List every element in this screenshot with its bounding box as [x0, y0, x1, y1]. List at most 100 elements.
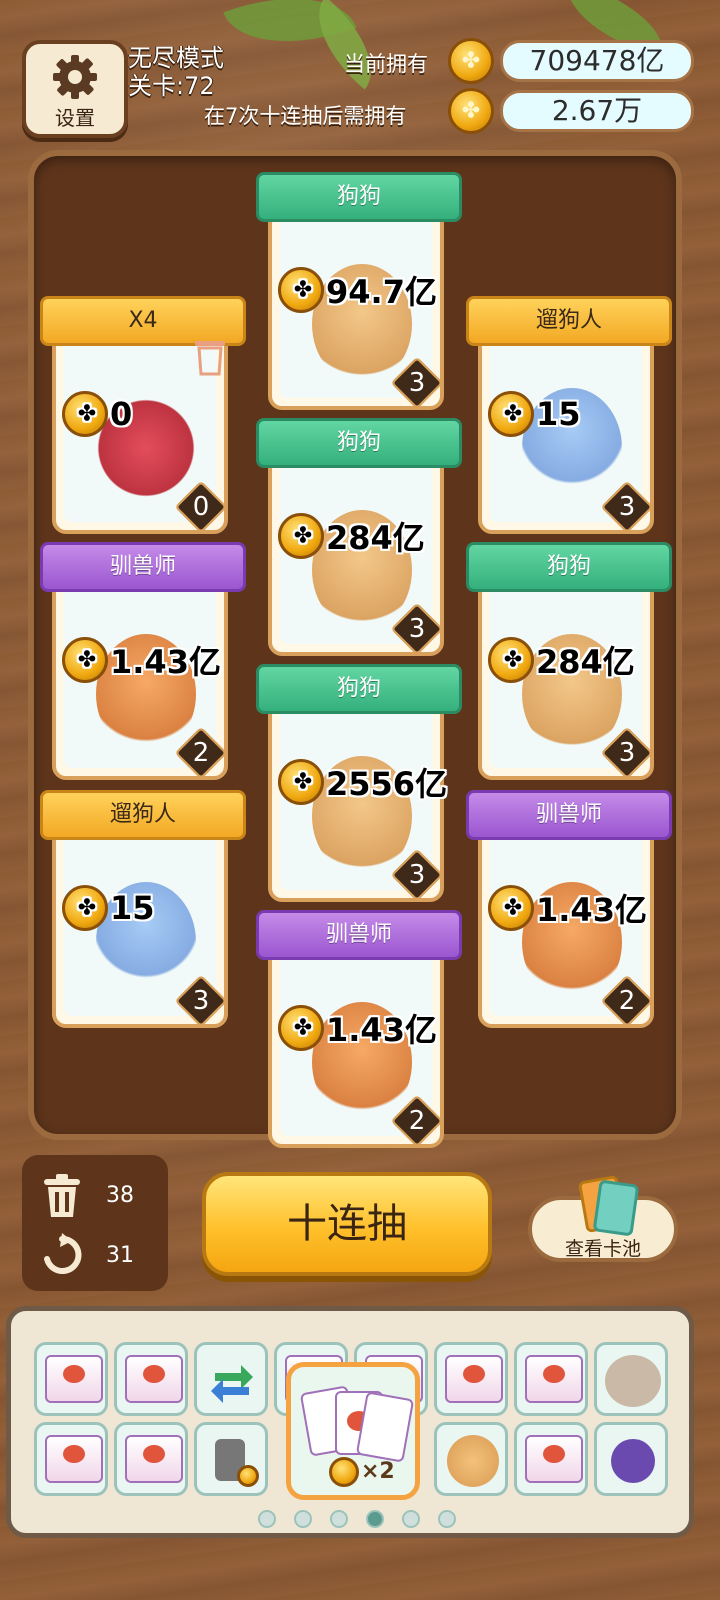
card[interactable]: 驯兽师 ✤ 1.43亿 2: [466, 784, 672, 1034]
trash-count: 38: [106, 1183, 134, 1208]
card-pack-icon: [525, 1355, 583, 1403]
coin-icon: ✤: [62, 391, 108, 437]
card-value: ✤ 284亿: [488, 636, 635, 684]
level-label: 关卡:72: [128, 72, 215, 100]
card-value: ✤ 1.43亿: [62, 636, 221, 684]
card[interactable]: X4 ✤ 0 0: [40, 290, 246, 540]
card-level: 3: [408, 860, 426, 890]
card-value-text: 284亿: [326, 519, 425, 557]
card-level-badge: 3: [600, 726, 654, 780]
card-level-badge: 3: [390, 602, 444, 656]
card-level: 3: [192, 986, 210, 1016]
selected-item-slot[interactable]: ×2: [286, 1362, 420, 1500]
inventory-slot[interactable]: [434, 1422, 508, 1496]
inventory-slot[interactable]: [34, 1422, 108, 1496]
coin-icon: [329, 1457, 359, 1487]
card-level: 3: [618, 738, 636, 768]
card-value: ✤ 1.43亿: [278, 1004, 437, 1052]
page-dot[interactable]: [294, 1510, 312, 1528]
card[interactable]: 遛狗人 ✤ 15 3: [40, 784, 246, 1034]
card-level: 3: [618, 492, 636, 522]
card-value: ✤ 284亿: [278, 512, 425, 560]
inventory-slot[interactable]: [114, 1422, 188, 1496]
card-level: 2: [192, 738, 210, 768]
card-level: 2: [618, 986, 636, 1016]
card-value-text: 0: [110, 395, 133, 433]
card-level: 0: [192, 492, 210, 522]
card-title: 狗狗: [256, 664, 462, 714]
gear-icon: [53, 55, 97, 99]
card-value-text: 15: [536, 395, 581, 433]
card-pack-icon: [125, 1435, 183, 1483]
card-level-badge: 3: [174, 974, 228, 1028]
inventory-slot[interactable]: [194, 1342, 268, 1416]
card-level-badge: 3: [390, 848, 444, 902]
coin-icon: ✤: [488, 637, 534, 683]
card-level-badge: 0: [174, 480, 228, 534]
card-level-badge: 2: [174, 726, 228, 780]
card-title: 遛狗人: [40, 790, 246, 840]
card-title: 狗狗: [256, 172, 462, 222]
card-level-badge: 2: [600, 974, 654, 1028]
page-dot[interactable]: [438, 1510, 456, 1528]
inventory-slot[interactable]: [514, 1422, 588, 1496]
inventory-slot[interactable]: [194, 1422, 268, 1496]
card[interactable]: 狗狗 ✤ 284亿 3: [256, 412, 462, 662]
card[interactable]: 狗狗 ✤ 2556亿 3: [256, 658, 462, 908]
coin-icon: ✤: [278, 513, 324, 559]
stats-panel: 38 31: [22, 1155, 168, 1291]
trash-icon[interactable]: [40, 1173, 84, 1219]
card-title: 驯兽师: [466, 790, 672, 840]
page-dot[interactable]: [330, 1510, 348, 1528]
card-level: 3: [408, 368, 426, 398]
ten-draw-button[interactable]: 十连抽: [202, 1172, 492, 1276]
card-pack-icon: [445, 1355, 503, 1403]
inventory-slot[interactable]: [594, 1422, 668, 1496]
page-dot[interactable]: [366, 1510, 384, 1528]
card-value: ✤ 2556亿: [278, 758, 447, 806]
card[interactable]: 狗狗 ✤ 94.7亿 3: [256, 166, 462, 416]
inventory-slot[interactable]: [594, 1342, 668, 1416]
item-multiplier: ×2: [361, 1459, 395, 1484]
coin-icon: ✤: [62, 885, 108, 931]
card[interactable]: 驯兽师 ✤ 1.43亿 2: [256, 904, 462, 1154]
card-value-text: 1.43亿: [110, 643, 221, 681]
page-dot[interactable]: [402, 1510, 420, 1528]
card-value: ✤ 15: [62, 884, 155, 932]
inventory-slot[interactable]: [114, 1342, 188, 1416]
card-value: ✤ 0: [62, 390, 132, 438]
coin-icon: ✤: [448, 88, 494, 134]
card-title: 狗狗: [466, 542, 672, 592]
page-dot[interactable]: [258, 1510, 276, 1528]
card[interactable]: 遛狗人 ✤ 15 3: [466, 290, 672, 540]
refresh-icon[interactable]: [40, 1233, 84, 1277]
card-value: ✤ 1.43亿: [488, 884, 647, 932]
coin-icon: ✤: [278, 759, 324, 805]
inventory-slot[interactable]: [34, 1342, 108, 1416]
card-level-badge: 3: [390, 356, 444, 410]
swap-arrows-icon: [211, 1365, 253, 1403]
settings-button[interactable]: 设置: [22, 40, 128, 138]
inventory-slot[interactable]: [434, 1342, 508, 1416]
coin-icon: ✤: [488, 391, 534, 437]
card-pool-icon: [592, 1179, 640, 1237]
coin-icon: ✤: [278, 1005, 324, 1051]
coin-icon: ✤: [278, 267, 324, 313]
coin-icon: ✤: [448, 38, 494, 84]
view-pool-label: 查看卡池: [564, 1238, 641, 1260]
card-level: 2: [408, 1106, 426, 1136]
card-pack-icon: [45, 1355, 103, 1403]
card-pack-icon: [45, 1435, 103, 1483]
owned-label: 当前拥有: [344, 52, 428, 76]
card[interactable]: 驯兽师 ✤ 1.43亿 2: [40, 536, 246, 786]
owned-value: 709478亿: [500, 40, 694, 82]
coin-icon: [237, 1465, 259, 1487]
coin-bag-icon: [611, 1439, 655, 1483]
dog-icon: [447, 1435, 499, 1487]
inventory-slot[interactable]: [514, 1342, 588, 1416]
refresh-count: 31: [106, 1243, 134, 1268]
card[interactable]: 狗狗 ✤ 284亿 3: [466, 536, 672, 786]
card-pack-icon: [525, 1435, 583, 1483]
trash-icon[interactable]: [192, 336, 228, 376]
view-pool-button[interactable]: 查看卡池: [528, 1174, 678, 1262]
